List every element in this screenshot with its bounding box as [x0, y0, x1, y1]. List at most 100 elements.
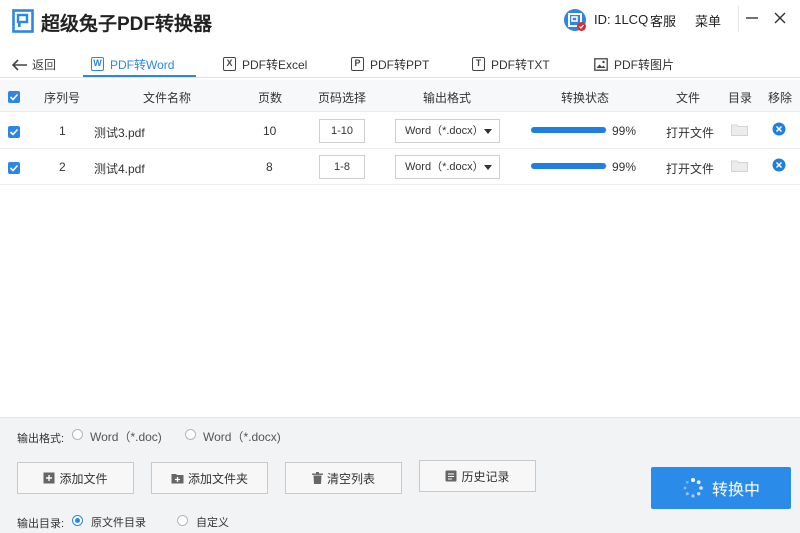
progress-fill [531, 127, 607, 133]
open-file-link[interactable]: 打开文件 [666, 124, 714, 141]
header-pages: 页数 [258, 91, 283, 105]
row-pages: 8 [266, 160, 273, 174]
add-folder-button[interactable]: 添加文件夹 [151, 462, 268, 494]
user-avatar-icon[interactable] [563, 8, 587, 32]
header-page-select: 页码选择 [318, 91, 367, 105]
tab-pdf-to-image[interactable]: PDF转图片 [594, 52, 674, 76]
output-format-bar: 输出格式: Word（*.doc) Word（*.docx) [0, 417, 800, 451]
tab-pdf-to-excel[interactable]: X PDF转Excel [223, 52, 307, 76]
clear-list-button[interactable]: 清空列表 [285, 462, 402, 494]
chevron-down-icon [484, 129, 492, 134]
title-bar: 超级兔子PDF转换器 ID: 1LCQ 客服 菜单 [0, 0, 800, 40]
remove-icon[interactable] [772, 158, 786, 172]
dir-source-radio[interactable] [72, 515, 83, 526]
tab-label: PDF转PPT [370, 57, 430, 72]
progress-fill [531, 163, 607, 169]
add-folder-icon [171, 473, 184, 483]
row-checkbox[interactable] [8, 126, 20, 138]
customer-service-link[interactable]: 客服 [650, 11, 676, 30]
app-title: 超级兔子PDF转换器 [41, 14, 213, 35]
progress-bar [531, 127, 607, 133]
history-label: 历史记录 [461, 469, 510, 484]
header-directory: 目录 [728, 91, 753, 105]
add-file-label: 添加文件 [59, 471, 108, 486]
row-pages: 10 [263, 124, 277, 138]
history-icon [445, 470, 457, 482]
loading-spinner-icon [683, 478, 703, 498]
folder-icon[interactable] [731, 123, 748, 136]
tab-pdf-to-txt[interactable]: T PDF转TXT [472, 52, 550, 76]
user-id[interactable]: ID: 1LCQ [594, 12, 648, 27]
header-remove: 移除 [768, 91, 793, 105]
app-logo-icon [12, 9, 34, 33]
check-icon [9, 164, 19, 172]
output-dir-label: 输出目录: [17, 518, 65, 530]
app-window: 超级兔子PDF转换器 ID: 1LCQ 客服 菜单 返回 W PDF转Word … [0, 0, 800, 533]
convert-label: 转换中 [711, 482, 760, 499]
convert-button[interactable]: 转换中 [651, 467, 791, 509]
dir-custom-label[interactable]: 自定义 [196, 514, 229, 530]
back-button[interactable]: 返回 [12, 56, 56, 73]
close-icon[interactable] [770, 8, 790, 28]
format-select[interactable]: Word（*.docx） [395, 119, 500, 143]
tab-pdf-to-ppt[interactable]: P PDF转PPT [351, 52, 429, 76]
check-icon [9, 93, 19, 101]
history-button[interactable]: 历史记录 [419, 460, 536, 492]
add-folder-label: 添加文件夹 [187, 471, 248, 486]
tab-pdf-to-word[interactable]: W PDF转Word [91, 52, 174, 76]
ppt-icon: P [351, 57, 364, 71]
header-filename: 文件名称 [143, 91, 192, 105]
arrow-left-icon [12, 58, 27, 71]
table-row: 2 测试4.pdf 8 1-8 Word（*.docx） 99% 打开文件 [0, 149, 800, 185]
back-label: 返回 [32, 58, 57, 72]
add-file-button[interactable]: 添加文件 [17, 462, 134, 494]
remove-icon[interactable] [772, 122, 786, 136]
dir-custom-radio[interactable] [177, 515, 188, 526]
minimize-icon[interactable] [742, 8, 762, 28]
excel-icon: X [223, 57, 236, 71]
select-all-checkbox[interactable] [8, 91, 20, 103]
folder-icon[interactable] [731, 159, 748, 172]
chevron-down-icon [484, 165, 492, 170]
table-header: 序列号 文件名称 页数 页码选择 输出格式 转换状态 文件 目录 移除 [0, 80, 800, 112]
page-range-input[interactable]: 1-10 [319, 119, 365, 143]
format-select-value: Word（*.docx） [405, 125, 484, 137]
header-file: 文件 [676, 91, 701, 105]
tab-label: PDF转TXT [491, 57, 550, 72]
tab-label: PDF转Excel [242, 57, 308, 72]
row-filename: 测试4.pdf [94, 162, 145, 176]
menu-link[interactable]: 菜单 [695, 11, 721, 30]
table-row: 1 测试3.pdf 10 1-10 Word（*.docx） 99% 打开文件 [0, 113, 800, 149]
row-filename: 测试3.pdf [94, 126, 145, 140]
output-format-label: 输出格式: [17, 433, 65, 445]
format-docx-label[interactable]: Word（*.docx) [203, 428, 281, 445]
format-doc-label[interactable]: Word（*.doc) [90, 428, 162, 445]
trash-icon [311, 472, 323, 484]
title-divider [738, 6, 739, 32]
row-index: 1 [59, 124, 66, 138]
progress-bar [531, 163, 607, 169]
progress-percent: 99% [612, 124, 637, 138]
nav-bar: 返回 W PDF转Word X PDF转Excel P PDF转PPT T PD… [0, 40, 800, 78]
tab-label: PDF转图片 [614, 57, 675, 72]
check-icon [9, 128, 19, 136]
progress-percent: 99% [612, 160, 637, 174]
header-output-format: 输出格式 [423, 91, 472, 105]
header-index: 序列号 [44, 91, 81, 105]
open-file-link[interactable]: 打开文件 [666, 160, 714, 177]
format-doc-radio[interactable] [72, 429, 83, 440]
bottom-panel: 添加文件 添加文件夹 清空列表 历史记录 转换中 输出目录: 原文件目录 自定义 [0, 451, 800, 533]
header-status: 转换状态 [561, 91, 610, 105]
txt-icon: T [472, 57, 485, 71]
format-docx-radio[interactable] [185, 429, 196, 440]
tab-label: PDF转Word [110, 57, 175, 72]
add-file-icon [43, 472, 55, 484]
nav-divider [0, 77, 800, 78]
row-index: 2 [59, 160, 66, 174]
word-icon: W [91, 57, 104, 71]
image-icon [594, 57, 608, 71]
dir-source-label[interactable]: 原文件目录 [91, 514, 146, 530]
row-checkbox[interactable] [8, 162, 20, 174]
format-select[interactable]: Word（*.docx） [395, 155, 500, 179]
page-range-input[interactable]: 1-8 [319, 155, 365, 179]
